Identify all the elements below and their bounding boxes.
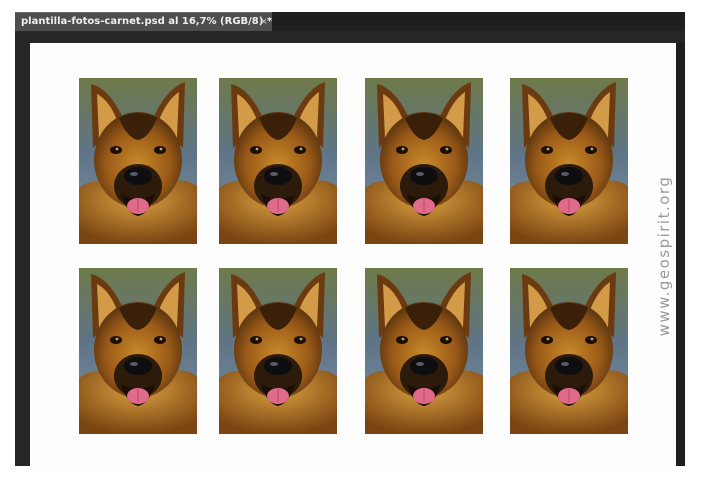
dog-portrait-image bbox=[510, 78, 628, 244]
photo-r2-c4 bbox=[510, 268, 628, 434]
dog-portrait-image bbox=[79, 78, 197, 244]
photo-r2-c3 bbox=[365, 268, 483, 434]
photo-r1-c1 bbox=[79, 78, 197, 244]
photo-r1-c2 bbox=[219, 78, 337, 244]
document-tab-bar: plantilla-fotos-carnet.psd al 16,7% (RGB… bbox=[15, 12, 685, 31]
photo-r1-c3 bbox=[365, 78, 483, 244]
photo-r1-c4 bbox=[510, 78, 628, 244]
dog-portrait-image bbox=[365, 78, 483, 244]
watermark-text: www.geospirit.org bbox=[655, 175, 673, 337]
dog-portrait-image bbox=[365, 268, 483, 434]
document-tab[interactable]: plantilla-fotos-carnet.psd al 16,7% (RGB… bbox=[15, 12, 272, 31]
photo-r2-c2 bbox=[219, 268, 337, 434]
vertical-scrollbar[interactable] bbox=[676, 43, 685, 466]
dog-portrait-image bbox=[219, 268, 337, 434]
dog-portrait-image bbox=[510, 268, 628, 434]
photo-r2-c1 bbox=[79, 268, 197, 434]
document-tab-title: plantilla-fotos-carnet.psd al 16,7% (RGB… bbox=[21, 16, 273, 27]
dog-portrait-image bbox=[79, 268, 197, 434]
close-icon[interactable]: × bbox=[258, 15, 270, 29]
dog-portrait-image bbox=[219, 78, 337, 244]
